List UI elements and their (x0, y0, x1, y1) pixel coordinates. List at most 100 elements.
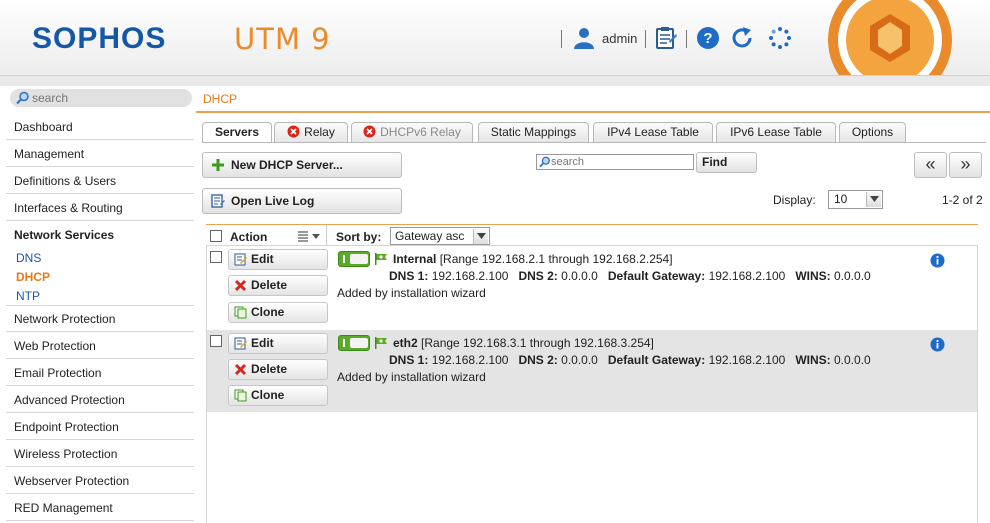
product-name: UTM 9 (234, 22, 331, 56)
clone-button[interactable]: Clone (228, 385, 328, 406)
delete-label: Delete (251, 362, 288, 376)
server-name: eth2 (393, 336, 418, 350)
sidebar: Dashboard Management Definitions & Users… (0, 86, 196, 523)
tab-ipv6-lease-table[interactable]: IPv6 Lease Table (716, 122, 836, 142)
info-icon[interactable] (930, 253, 945, 268)
server-title: eth2 [Range 192.168.3.1 through 192.168.… (393, 336, 654, 350)
row-checkbox[interactable] (210, 251, 222, 263)
main-search-input[interactable] (551, 155, 691, 169)
edit-button[interactable]: Edit (228, 249, 328, 270)
new-dhcp-server-button[interactable]: New DHCP Server... (202, 152, 402, 178)
open-live-log-button[interactable]: Open Live Log (202, 188, 402, 214)
select-all-checkbox[interactable] (210, 230, 222, 242)
clone-button[interactable]: Clone (228, 302, 328, 323)
column-menu-icon[interactable] (296, 229, 322, 243)
dns1-value: 192.168.2.100 (431, 353, 509, 367)
enable-toggle[interactable] (338, 251, 370, 267)
chevron-down-icon (866, 192, 881, 207)
help-icon[interactable]: ? (696, 26, 720, 50)
edit-icon (234, 337, 247, 350)
tab-dhcpv6-relay[interactable]: DHCPv6 Relay (351, 122, 473, 142)
edit-button[interactable]: Edit (228, 333, 328, 354)
sidebar-subitem-dns[interactable]: DNS (16, 251, 41, 265)
row-checkbox[interactable] (210, 335, 222, 347)
search-icon (16, 91, 29, 105)
edit-icon (234, 253, 247, 266)
header-separator (645, 30, 646, 48)
wins-label: WINS: (795, 269, 831, 283)
wins-value: 0.0.0.0 (834, 353, 871, 367)
sophos-emblem-icon (828, 0, 952, 75)
header-divider (196, 111, 990, 113)
find-button[interactable]: Find (696, 152, 757, 173)
tab-options[interactable]: Options (839, 122, 906, 142)
gateway-value: 192.168.2.100 (708, 269, 786, 283)
dns1-label: DNS 1: (389, 269, 429, 283)
sortby-select-value: Gateway asc (395, 229, 465, 243)
gateway-value: 192.168.2.100 (708, 353, 786, 367)
table-row: Edit Delete Clone Internal [Range 192.16… (207, 246, 977, 328)
gateway-label: Default Gateway: (607, 353, 706, 367)
display-select[interactable]: 10 (828, 190, 883, 209)
tab-static-mappings[interactable]: Static Mappings (478, 122, 589, 142)
tab-servers[interactable]: Servers (202, 122, 272, 143)
sidebar-item-wireless-protection[interactable]: Wireless Protection (6, 441, 194, 467)
sidebar-item-red-management[interactable]: RED Management (6, 495, 194, 521)
pager-next-button[interactable]: » (949, 152, 982, 178)
sidebar-item-email-protection[interactable]: Email Protection (6, 360, 194, 386)
server-comment: Added by installation wizard (337, 286, 486, 300)
dns2-value: 0.0.0.0 (561, 269, 598, 283)
enable-toggle[interactable] (338, 335, 370, 351)
sophos-logo: SOPHOS (32, 22, 167, 55)
delete-button[interactable]: Delete (228, 359, 328, 380)
error-icon (363, 125, 376, 138)
tab-dhcpv6-relay-label: DHCPv6 Relay (380, 125, 461, 139)
plus-icon (212, 159, 224, 171)
sidebar-item-interfaces-routing[interactable]: Interfaces & Routing (6, 195, 194, 221)
dns1-label: DNS 1: (389, 353, 429, 367)
clipboard-icon[interactable] (654, 26, 678, 50)
info-icon[interactable] (930, 337, 945, 352)
sidebar-item-network-services[interactable]: Network Services (6, 222, 194, 248)
dns2-value: 0.0.0.0 (561, 353, 598, 367)
clone-label: Clone (251, 305, 285, 319)
sidebar-item-management[interactable]: Management (6, 141, 194, 167)
network-flag-icon (375, 337, 387, 349)
sidebar-subitem-dhcp[interactable]: DHCP (16, 270, 50, 284)
sidebar-item-endpoint-protection[interactable]: Endpoint Protection (6, 414, 194, 440)
dns2-label: DNS 2: (518, 269, 558, 283)
search-icon (539, 156, 550, 168)
sortby-select[interactable]: Gateway asc (390, 227, 490, 245)
pager-prev-button[interactable]: « (914, 152, 947, 178)
toggle-tick (343, 255, 345, 263)
sidebar-subitem-ntp[interactable]: NTP (16, 289, 40, 303)
display-label: Display: (773, 193, 816, 207)
sidebar-item-advanced-protection[interactable]: Advanced Protection (6, 387, 194, 413)
sidebar-item-definitions-users[interactable]: Definitions & Users (6, 168, 194, 194)
chevron-down-icon (473, 229, 488, 244)
sidebar-item-web-protection[interactable]: Web Protection (6, 333, 194, 359)
sidebar-search-input[interactable] (32, 90, 182, 106)
toggle-knob (350, 254, 368, 264)
tab-relay[interactable]: Relay (274, 122, 348, 142)
refresh-icon[interactable] (730, 26, 754, 50)
server-details: DNS 1: 192.168.2.100 DNS 2: 0.0.0.0 Defa… (389, 353, 871, 367)
server-range: [Range 192.168.3.1 through 192.168.3.254… (421, 336, 654, 350)
sidebar-search[interactable] (10, 89, 192, 107)
toggle-tick (343, 339, 345, 347)
main-search[interactable] (536, 154, 694, 170)
sidebar-item-webserver-protection[interactable]: Webserver Protection (6, 468, 194, 494)
record-count: 1-2 of 2 (942, 193, 983, 207)
tab-ipv4-lease-table[interactable]: IPv4 Lease Table (593, 122, 713, 142)
header-separator (561, 30, 562, 48)
sidebar-item-dashboard[interactable]: Dashboard (6, 114, 194, 140)
dns1-value: 192.168.2.100 (431, 269, 509, 283)
delete-button[interactable]: Delete (228, 275, 328, 296)
sidebar-item-network-protection[interactable]: Network Protection (6, 306, 194, 332)
svg-text:?: ? (703, 30, 712, 47)
wins-value: 0.0.0.0 (834, 269, 871, 283)
user-name[interactable]: admin (602, 31, 637, 46)
delete-label: Delete (251, 278, 288, 292)
gateway-label: Default Gateway: (607, 269, 706, 283)
user-icon[interactable] (572, 26, 596, 50)
